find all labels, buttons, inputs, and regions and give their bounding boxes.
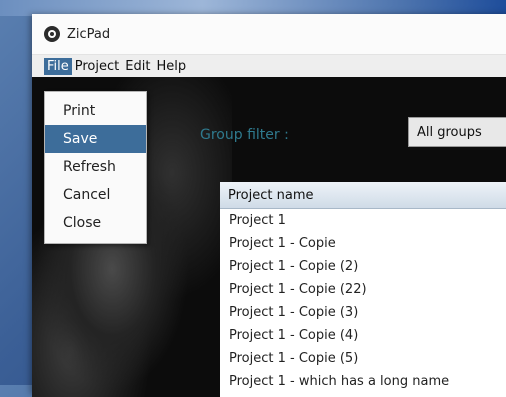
table-row[interactable]: Project 1 - which has a long name bbox=[220, 370, 506, 393]
menu-file[interactable]: File bbox=[44, 57, 72, 75]
group-filter-select[interactable]: All groups bbox=[408, 117, 506, 147]
menu-edit[interactable]: Edit bbox=[122, 58, 153, 75]
file-menu-print[interactable]: Print bbox=[45, 97, 146, 125]
group-filter-value: All groups bbox=[417, 124, 482, 140]
zicpad-app-icon bbox=[44, 26, 60, 42]
table-row[interactable]: Project 1 - Copie (4) bbox=[220, 324, 506, 347]
file-menu-refresh[interactable]: Refresh bbox=[45, 153, 146, 181]
file-menu-cancel[interactable]: Cancel bbox=[45, 181, 146, 209]
file-menu-save[interactable]: Save bbox=[45, 125, 146, 153]
menu-project[interactable]: Project bbox=[72, 58, 122, 75]
column-header-project-name[interactable]: Project name bbox=[220, 182, 506, 209]
table-row[interactable]: Project 1 - Copie (22) bbox=[220, 278, 506, 301]
menu-help[interactable]: Help bbox=[153, 58, 189, 75]
table-row[interactable]: Project 1 - Copie (2) bbox=[220, 255, 506, 278]
group-filter-label: Group filter : bbox=[200, 127, 289, 143]
file-menu-close[interactable]: Close bbox=[45, 209, 146, 237]
table-row[interactable]: Project 1 bbox=[220, 209, 506, 232]
file-menu-dropdown: Print Save Refresh Cancel Close bbox=[44, 91, 147, 244]
table-row[interactable]: Project 1 - Copie (5) bbox=[220, 347, 506, 370]
menu-bar: File Project Edit Help bbox=[32, 55, 506, 77]
table-row[interactable]: Project 1 - Copie bbox=[220, 232, 506, 255]
table-row[interactable]: Project 1 - Copie (3) bbox=[220, 301, 506, 324]
project-table: Project name Project 1 Project 1 - Copie… bbox=[220, 182, 506, 397]
title-bar: ZicPad bbox=[32, 14, 506, 55]
window-title: ZicPad bbox=[67, 26, 111, 42]
